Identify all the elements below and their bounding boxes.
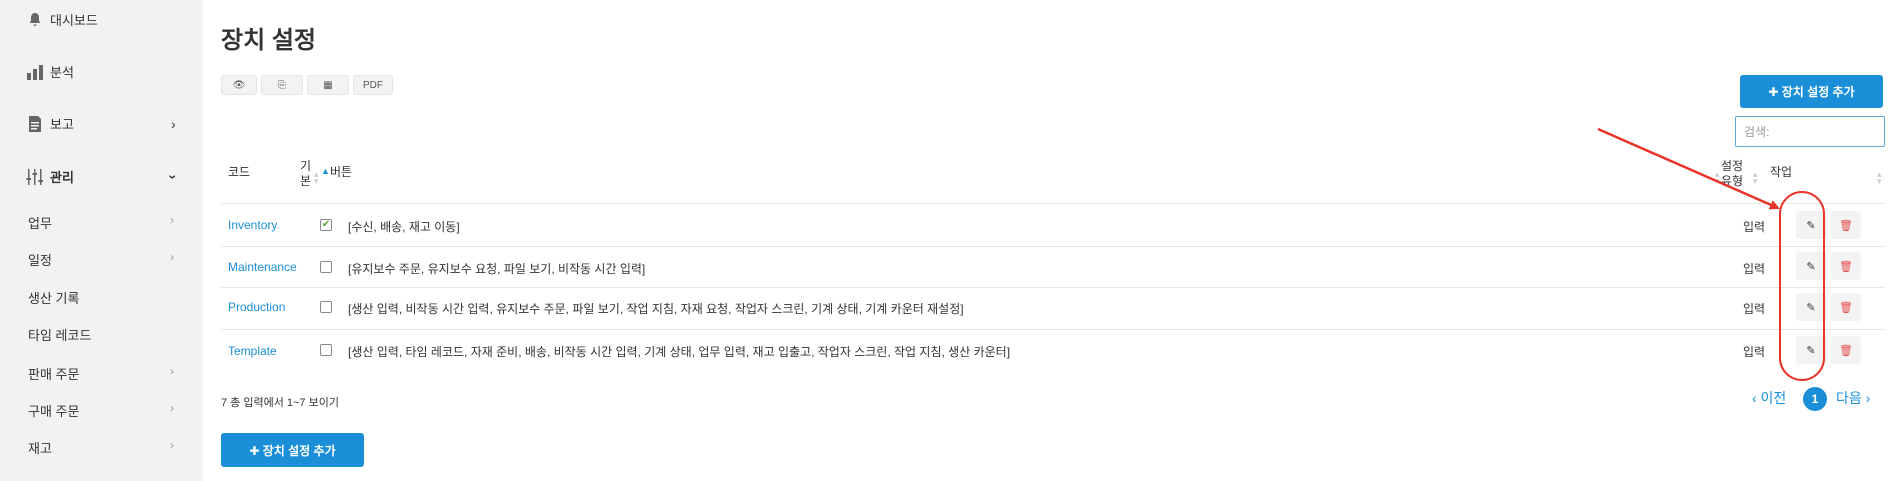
sidebar-subitem-label: 구매 주문 — [28, 404, 80, 419]
chevron-right-icon: › — [170, 213, 174, 227]
sidebar-subitem-production-log[interactable]: 생산 기록 — [28, 288, 178, 307]
sort-icon[interactable]: ▴ ▾ — [1715, 170, 1720, 186]
sidebar-item-management[interactable]: 관리 › — [26, 167, 186, 186]
trash-icon: 🗑 — [1839, 301, 1853, 314]
bell-icon — [26, 11, 44, 29]
sidebar-item-label: 대시보드 — [50, 13, 98, 28]
sidebar-subitem-purchase-orders[interactable]: 구매 주문 › — [28, 401, 178, 420]
sidebar-subitem-label: 생산 기록 — [28, 291, 80, 306]
sidebar-subitem-label: 타임 레코드 — [28, 328, 92, 343]
column-header-type[interactable]: 설정 유형 — [1721, 159, 1743, 189]
bar-chart-icon — [26, 63, 44, 81]
code-link[interactable]: Production — [228, 300, 285, 314]
default-checkbox[interactable] — [320, 261, 332, 273]
chevron-right-icon: › — [170, 364, 174, 378]
default-checkbox[interactable]: ✔ — [320, 219, 332, 231]
grid-icon: ▦ — [323, 79, 333, 91]
trash-icon: 🗑 — [1839, 344, 1853, 357]
default-checkbox[interactable] — [320, 344, 332, 356]
sidebar-item-reports[interactable]: 보고 › — [26, 114, 186, 133]
table-row: Template [생산 입력, 타임 레코드, 자재 준비, 배송, 비작동 … — [221, 330, 1885, 370]
sidebar-item-label: 관리 — [50, 170, 74, 185]
type-cell: 입력 — [1743, 302, 1766, 316]
trash-icon: 🗑 — [1839, 219, 1853, 232]
sidebar-subitem-label: 판매 주문 — [28, 367, 80, 382]
column-header-default[interactable]: 기 본 — [300, 159, 311, 189]
chevron-right-icon: › — [171, 115, 176, 132]
sidebar-item-dashboard[interactable]: 대시보드 — [26, 10, 98, 29]
header-text: 본 — [300, 174, 312, 188]
chevron-right-icon: › — [170, 250, 174, 264]
chevron-down-icon: › — [165, 174, 182, 179]
sort-asc-icon[interactable]: ▲ — [321, 167, 330, 176]
pagination-page-1[interactable]: 1 — [1803, 387, 1827, 411]
delete-button[interactable]: 🗑 — [1831, 252, 1861, 280]
delete-button[interactable]: 🗑 — [1831, 211, 1861, 239]
column-visibility-button[interactable]: 👁 — [221, 75, 257, 95]
header-text: 설정 — [1721, 159, 1744, 173]
buttons-cell: [유지보수 주문, 유지보수 요청, 파일 보기, 비작동 시간 입력] — [348, 262, 646, 276]
table-info: 7 총 입력에서 1~7 보이기 — [221, 397, 339, 409]
code-link[interactable]: Inventory — [228, 218, 277, 232]
sidebar-subitem-schedule[interactable]: 일정 › — [28, 250, 178, 269]
header-text: 유형 — [1721, 174, 1744, 188]
add-device-setting-button-bottom[interactable]: ✚ 장치 설정 추가 — [221, 433, 364, 467]
page-title: 장치 설정 — [221, 27, 316, 54]
sliders-icon — [26, 168, 44, 186]
header-text: 기 — [300, 159, 312, 173]
annotation-highlight-oval — [1779, 191, 1825, 381]
pdf-button[interactable]: PDF — [353, 75, 393, 95]
trash-icon: 🗑 — [1839, 260, 1853, 273]
pagination-prev[interactable]: ‹ 이전 — [1752, 388, 1786, 408]
code-link[interactable]: Template — [228, 344, 277, 358]
copy-button[interactable]: ⎘ — [261, 75, 303, 95]
eye-icon: 👁 — [232, 79, 246, 91]
delete-button[interactable]: 🗑 — [1831, 336, 1861, 364]
sidebar-item-analysis[interactable]: 분석 — [26, 62, 74, 81]
sort-icon[interactable]: ▴ ▾ — [1877, 170, 1882, 186]
sidebar-subitem-inventory[interactable]: 재고 › — [28, 438, 178, 457]
table-row: Inventory ✔ [수신, 배송, 재고 이동] 입력 ✎ 🗑 — [221, 205, 1885, 245]
buttons-cell: [수신, 배송, 재고 이동] — [348, 220, 460, 234]
type-cell: 입력 — [1743, 262, 1766, 276]
search-input[interactable] — [1735, 116, 1885, 147]
document-icon — [26, 115, 44, 133]
buttons-cell: [생산 입력, 비작동 시간 입력, 유지보수 주문, 파일 보기, 작업 지침… — [348, 302, 964, 316]
sidebar-subitem-label: 재고 — [28, 441, 52, 456]
pagination-next[interactable]: 다음 › — [1836, 388, 1870, 408]
sort-icon[interactable]: ▴ ▾ — [314, 170, 319, 186]
default-checkbox[interactable] — [320, 301, 332, 313]
chevron-right-icon: › — [170, 438, 174, 452]
table-row: Maintenance [유지보수 주문, 유지보수 요청, 파일 보기, 비작… — [221, 247, 1885, 287]
sidebar-subitem-label: 업무 — [28, 216, 52, 231]
sidebar-subitem-sales-orders[interactable]: 판매 주문 › — [28, 364, 178, 383]
chevron-right-icon: › — [170, 401, 174, 415]
main-content: 장치 설정 👁 ⎘ ▦ PDF ✚ 장치 설정 추가 코드 ▲ 기 본 ▴▾ 버… — [203, 0, 1899, 481]
table-row: Production [생산 입력, 비작동 시간 입력, 유지보수 주문, 파… — [221, 288, 1885, 328]
column-header-actions[interactable]: 작업 — [1770, 163, 1792, 180]
sidebar-item-label: 보고 — [50, 117, 74, 132]
sidebar-subitem-tasks[interactable]: 업무 › — [28, 213, 178, 232]
divider — [221, 203, 1885, 204]
sidebar-subitem-label: 일정 — [28, 253, 52, 268]
excel-button[interactable]: ▦ — [307, 75, 349, 95]
sort-icon[interactable]: ▴ ▾ — [1753, 170, 1758, 186]
sidebar-item-label: 분석 — [50, 65, 74, 80]
buttons-cell: [생산 입력, 타임 레코드, 자재 준비, 배송, 비작동 시간 입력, 기계… — [348, 345, 1011, 359]
sidebar-subitem-time-record[interactable]: 타임 레코드 — [28, 325, 178, 344]
add-device-setting-button[interactable]: ✚ 장치 설정 추가 — [1740, 75, 1883, 108]
column-header-code[interactable]: 코드 — [228, 163, 250, 180]
type-cell: 입력 — [1743, 220, 1766, 234]
checkmark-icon: ✔ — [321, 219, 331, 230]
copy-icon: ⎘ — [278, 79, 286, 91]
sidebar: 대시보드 분석 보고 › 관리 › 업무 › 일정 › 생산 기록 타임 레코드… — [0, 0, 203, 481]
delete-button[interactable]: 🗑 — [1831, 293, 1861, 321]
code-link[interactable]: Maintenance — [228, 260, 297, 274]
column-header-buttons[interactable]: 버튼 — [330, 163, 352, 180]
export-toolbar: 👁 ⎘ ▦ PDF — [221, 75, 393, 95]
type-cell: 입력 — [1743, 345, 1766, 359]
